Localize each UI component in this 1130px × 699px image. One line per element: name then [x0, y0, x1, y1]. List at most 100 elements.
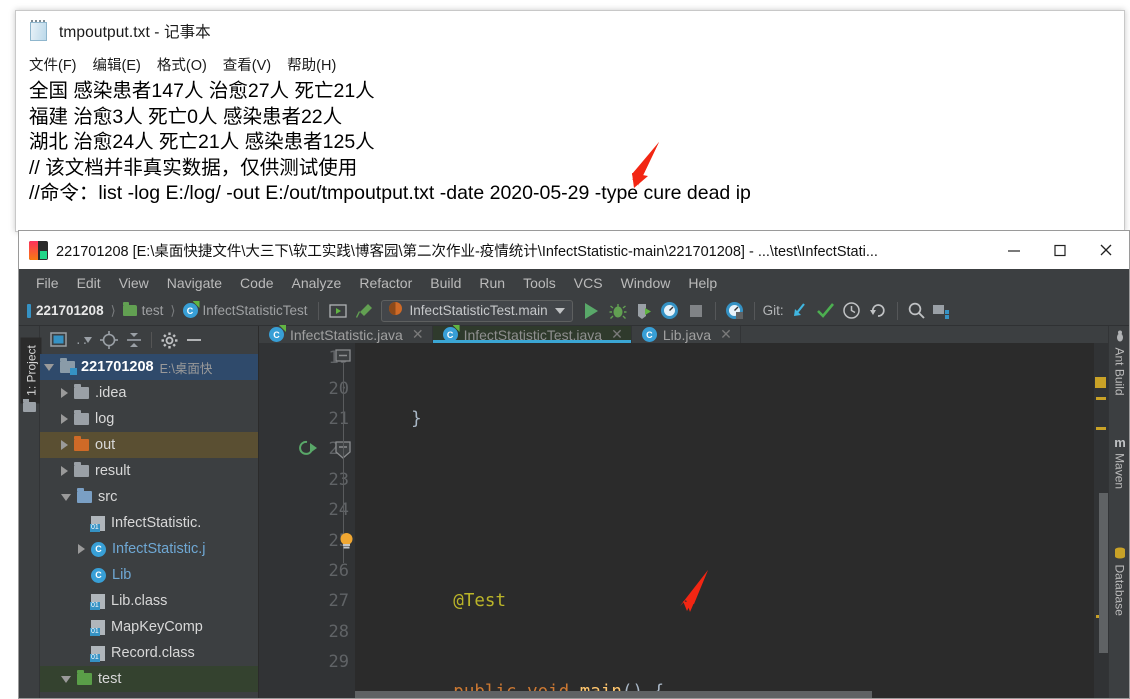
folder-icon	[74, 462, 89, 477]
tree-item-log[interactable]: log	[40, 406, 258, 432]
select-opened-file-icon[interactable]	[48, 329, 70, 351]
module-folder-icon	[60, 358, 77, 375]
intention-bulb-icon[interactable]	[338, 531, 355, 556]
git-history-icon[interactable]	[839, 299, 865, 323]
tree-item-out[interactable]: out	[40, 432, 258, 458]
chevron-right-icon[interactable]	[61, 388, 68, 398]
toolwindow-tab-maven[interactable]: m Maven	[1110, 435, 1130, 507]
chevron-down-icon[interactable]	[61, 493, 71, 501]
notepad-menu-file[interactable]: 文件(F)	[29, 54, 77, 75]
tree-item-infectstatisticj[interactable]: C InfectStatistic.j	[40, 536, 258, 562]
code-text[interactable]: } @Test public void main() { String[] ar…	[355, 343, 1108, 698]
line-number: 20	[328, 378, 349, 399]
profiler-button[interactable]	[657, 299, 683, 323]
chevron-right-icon[interactable]	[61, 440, 68, 450]
tree-item-221701208[interactable]: 221701208 E:\桌面快	[40, 354, 258, 380]
menu-vcs[interactable]: VCS	[565, 273, 612, 293]
search-icon[interactable]	[904, 299, 930, 323]
menu-refactor[interactable]: Refactor	[350, 273, 421, 293]
chevron-right-icon[interactable]	[61, 414, 68, 424]
chevron-down-icon	[554, 307, 565, 314]
toolwindow-tab-project[interactable]: 1: Project	[20, 337, 42, 404]
git-commit-icon[interactable]	[813, 299, 839, 323]
stop-button[interactable]	[683, 299, 709, 323]
menu-tools[interactable]: Tools	[514, 273, 565, 293]
notepad-menu-view[interactable]: 查看(V)	[223, 54, 271, 75]
menu-view[interactable]: View	[110, 273, 158, 293]
flatten-packages-icon[interactable]: ..	[73, 329, 95, 351]
notepad-title: tmpoutput.txt - 记事本	[59, 24, 211, 41]
chevron-right-icon[interactable]	[61, 466, 68, 476]
tree-item-lib[interactable]: C Lib	[40, 562, 258, 588]
editor-tab-lib-java[interactable]: C Lib.java ✕	[632, 326, 741, 343]
project-structure-icon[interactable]	[930, 299, 956, 323]
folder-icon[interactable]	[23, 399, 36, 412]
build-hammer-icon[interactable]	[351, 299, 377, 323]
run-test-gutter-icon[interactable]	[297, 439, 319, 464]
tree-item-result[interactable]: result	[40, 458, 258, 484]
tree-item-infectstatistic[interactable]: InfectStatistic.	[40, 510, 258, 536]
notepad-menu-edit[interactable]: 编辑(E)	[93, 54, 141, 75]
run-with-coverage-button[interactable]	[631, 299, 657, 323]
menu-code[interactable]: Code	[231, 273, 282, 293]
editor-marker-bar[interactable]	[1094, 343, 1108, 698]
editor-tab-infectstatistic-java[interactable]: C InfectStatistic.java ✕	[259, 326, 433, 343]
tree-item-src[interactable]: src	[40, 484, 258, 510]
menu-edit[interactable]: Edit	[68, 273, 110, 293]
close-icon[interactable]: ✕	[720, 326, 732, 343]
breadcrumb-project[interactable]: 221701208	[36, 303, 104, 318]
tree-item-label: 221701208	[81, 359, 154, 375]
notepad-menu-format[interactable]: 格式(O)	[157, 54, 207, 75]
left-toolwindow-bar: 1: Project	[19, 326, 42, 698]
line-number: 26	[328, 560, 349, 581]
run-configuration-selector[interactable]: InfectStatisticTest.main	[380, 299, 573, 322]
breadcrumb-class[interactable]: InfectStatisticTest	[203, 303, 308, 318]
chevron-down-icon[interactable]	[61, 675, 71, 683]
attach-profiler-button[interactable]	[722, 299, 748, 323]
editor-tabs: C InfectStatistic.java ✕ C InfectStatisticTe…	[259, 326, 1108, 343]
editor-tab-infectstatistictest-java[interactable]: C InfectStatisticTest.java ✕	[432, 326, 632, 343]
close-icon[interactable]: ✕	[412, 326, 424, 343]
close-button[interactable]	[1083, 231, 1129, 269]
class-file-icon	[90, 645, 105, 662]
code-editor[interactable]: 19 20 21 22 23 24 25 26 27 28 29	[259, 343, 1108, 698]
tree-item-mapkeycomp[interactable]: MapKeyComp	[40, 614, 258, 640]
scroll-from-source-icon[interactable]	[98, 329, 120, 351]
notepad-menu-help[interactable]: 帮助(H)	[287, 54, 336, 75]
chevron-down-icon[interactable]	[44, 363, 54, 371]
git-revert-icon[interactable]	[865, 299, 891, 323]
editor-horizontal-scrollbar[interactable]	[355, 691, 1094, 698]
notepad-text-area[interactable]: 全国 感染患者147人 治愈27人 死亡21人 福建 治愈3人 死亡0人 感染患…	[16, 77, 1124, 229]
ant-icon	[1117, 330, 1123, 342]
tree-item-libclass[interactable]: Lib.class	[40, 588, 258, 614]
hide-panel-icon[interactable]	[183, 329, 205, 351]
toolwindow-tab-ant-build[interactable]: Ant Build	[1110, 330, 1130, 400]
minimize-button[interactable]	[991, 231, 1037, 269]
gear-icon[interactable]	[158, 329, 180, 351]
debug-button[interactable]	[605, 299, 631, 323]
collapse-all-icon[interactable]	[123, 329, 145, 351]
menu-help[interactable]: Help	[679, 273, 726, 293]
git-update-icon[interactable]	[787, 299, 813, 323]
menu-file[interactable]: File	[27, 273, 68, 293]
tree-item-test[interactable]: test	[40, 666, 258, 692]
menu-analyze[interactable]: Analyze	[283, 273, 351, 293]
menu-window[interactable]: Window	[612, 273, 680, 293]
folder-icon	[122, 302, 137, 316]
run-anything-button[interactable]	[325, 299, 351, 323]
tree-item-label: Record.class	[111, 645, 195, 661]
menu-build[interactable]: Build	[421, 273, 470, 293]
toolwindow-tab-database[interactable]: Database	[1110, 547, 1130, 617]
project-tree[interactable]: 221701208 E:\桌面快 .idea log out result src Infec…	[40, 354, 258, 698]
editor-gutter[interactable]: 19 20 21 22 23 24 25 26 27 28 29	[259, 343, 355, 698]
chevron-right-icon[interactable]	[78, 544, 85, 554]
tree-item-idea[interactable]: .idea	[40, 380, 258, 406]
breadcrumb-folder[interactable]: test	[142, 303, 164, 318]
close-icon[interactable]: ✕	[611, 326, 623, 343]
run-button[interactable]	[579, 299, 605, 323]
menu-navigate[interactable]: Navigate	[158, 273, 231, 293]
tree-item-label: src	[98, 489, 118, 505]
maximize-button[interactable]	[1037, 231, 1083, 269]
menu-run[interactable]: Run	[470, 273, 514, 293]
tree-item-recordclass[interactable]: Record.class	[40, 640, 258, 666]
